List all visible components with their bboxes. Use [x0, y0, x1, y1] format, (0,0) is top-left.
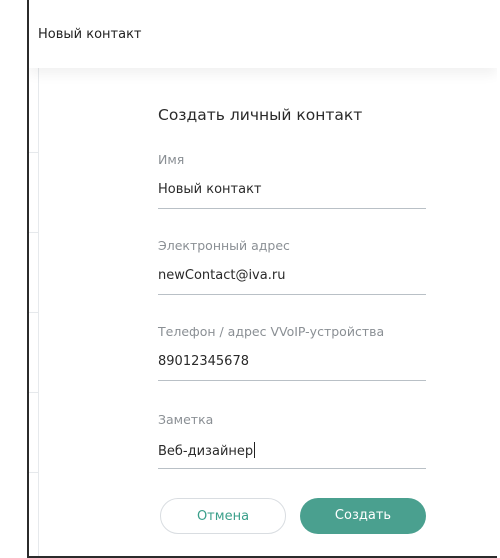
note-underline: [158, 468, 426, 469]
email-field[interactable]: Электронный адрес newContact@iva.ru: [158, 238, 426, 295]
name-label: Имя: [158, 152, 185, 167]
phone-input[interactable]: 89012345678: [158, 354, 426, 372]
note-input[interactable]: Веб-дизайнер: [158, 442, 426, 460]
phone-label: Телефон / адрес VVoIP-устройства: [158, 324, 385, 339]
list-divider: [29, 472, 38, 473]
note-label: Заметка: [158, 412, 214, 427]
email-label: Электронный адрес: [158, 238, 290, 253]
list-divider: [29, 392, 38, 393]
form-title: Создать личный контакт: [158, 106, 363, 124]
name-underline: [158, 208, 426, 209]
name-input[interactable]: Новый контакт: [158, 182, 426, 200]
email-input[interactable]: newContact@iva.ru: [158, 268, 426, 286]
email-underline: [158, 294, 426, 295]
window-header: Новый контакт: [29, 0, 497, 68]
create-button[interactable]: Создать: [300, 498, 426, 534]
new-contact-window: Новый контакт Создать личный контакт Имя…: [27, 0, 497, 558]
text-caret: [254, 442, 256, 458]
name-field[interactable]: Имя Новый контакт: [158, 152, 426, 209]
list-divider: [29, 152, 38, 153]
list-divider: [29, 312, 38, 313]
phone-field[interactable]: Телефон / адрес VVoIP-устройства 8901234…: [158, 324, 426, 381]
note-value: Веб-дизайнер: [158, 444, 254, 459]
page-title: Новый контакт: [38, 27, 142, 42]
note-field[interactable]: Заметка Веб-дизайнер: [158, 412, 426, 469]
background-list-edge: [29, 68, 39, 556]
cancel-button[interactable]: Отмена: [160, 498, 286, 534]
list-divider: [29, 232, 38, 233]
phone-underline: [158, 380, 426, 381]
